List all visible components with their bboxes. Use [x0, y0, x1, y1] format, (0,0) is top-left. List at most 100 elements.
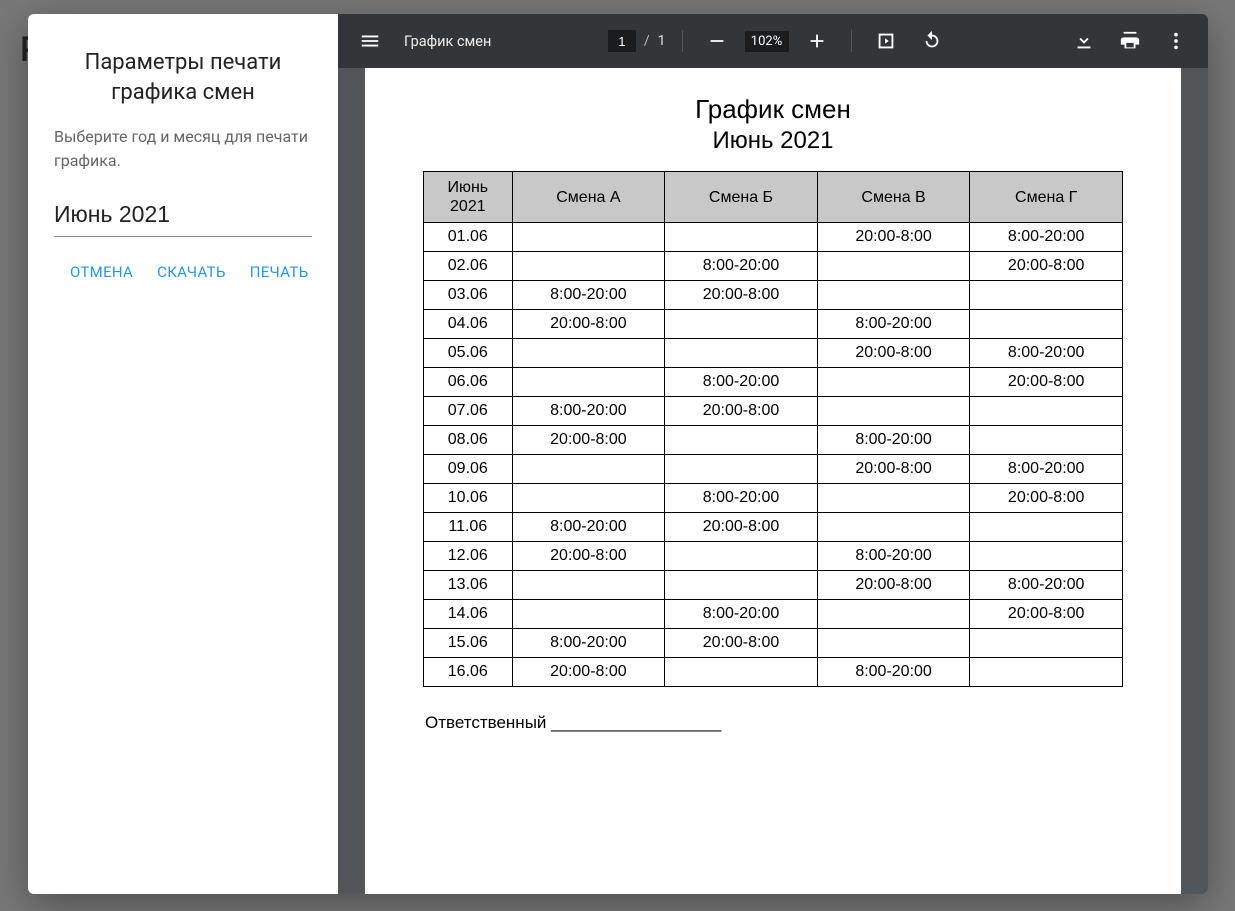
table-cell: 20:00-8:00: [817, 571, 970, 600]
menu-icon[interactable]: [352, 23, 388, 59]
table-cell: [512, 368, 665, 397]
table-cell: 20:00-8:00: [817, 223, 970, 252]
rotate-icon[interactable]: [914, 23, 950, 59]
table-cell: 8:00-20:00: [512, 629, 665, 658]
table-cell: 20:00-8:00: [970, 368, 1123, 397]
table-cell: 02.06: [424, 252, 513, 281]
table-cell: [817, 513, 970, 542]
table-row: 12.0620:00-8:008:00-20:00: [424, 542, 1123, 571]
responsible-line: Ответственный __________________: [425, 713, 1145, 733]
table-cell: 20:00-8:00: [665, 281, 818, 310]
col-header: Смена А: [512, 172, 665, 223]
table-row: 05.06 20:00-8:008:00-20:00: [424, 339, 1123, 368]
download-icon[interactable]: [1066, 23, 1102, 59]
print-params-panel: Параметры печати графика смен Выберите г…: [28, 14, 338, 894]
table-cell: 8:00-20:00: [665, 600, 818, 629]
table-cell: 20:00-8:00: [665, 629, 818, 658]
download-button[interactable]: СКАЧАТЬ: [155, 255, 228, 289]
table-cell: [665, 658, 818, 687]
table-row: 07.068:00-20:0020:00-8:00: [424, 397, 1123, 426]
table-cell: [817, 368, 970, 397]
doc-subheading: Июнь 2021: [401, 127, 1145, 155]
table-row: 09.0620:00-8:008:00-20:00: [424, 455, 1123, 484]
table-cell: 20:00-8:00: [512, 310, 665, 339]
table-cell: [512, 339, 665, 368]
table-row: 14.068:00-20:0020:00-8:00: [424, 600, 1123, 629]
more-icon[interactable]: [1158, 23, 1194, 59]
schedule-table: Июнь2021Смена АСмена БСмена ВСмена Г 01.…: [423, 171, 1123, 687]
table-cell: 20:00-8:00: [665, 513, 818, 542]
table-cell: [817, 629, 970, 658]
page-number-input[interactable]: [608, 30, 636, 52]
table-cell: [665, 455, 818, 484]
table-cell: 8:00-20:00: [817, 658, 970, 687]
table-row: 11.068:00-20:0020:00-8:00: [424, 513, 1123, 542]
table-cell: 16.06: [424, 658, 513, 687]
table-row: 13.0620:00-8:008:00-20:00: [424, 571, 1123, 600]
col-header: Смена В: [817, 172, 970, 223]
document-title: График смен: [404, 33, 491, 50]
pdf-page-area[interactable]: График смен Июнь 2021 Июнь2021Смена АСме…: [338, 68, 1208, 894]
table-cell: [665, 426, 818, 455]
pdf-toolbar: График смен / 1 102%: [338, 14, 1208, 68]
table-cell: 20:00-8:00: [970, 252, 1123, 281]
table-cell: [665, 542, 818, 571]
table-row: 10.068:00-20:0020:00-8:00: [424, 484, 1123, 513]
table-cell: 8:00-20:00: [512, 397, 665, 426]
table-row: 06.06 8:00-20:00 20:00-8:00: [424, 368, 1123, 397]
table-cell: 8:00-20:00: [665, 484, 818, 513]
page-total: 1: [658, 33, 666, 49]
table-cell: 06.06: [424, 368, 513, 397]
col-header: Смена Б: [665, 172, 818, 223]
col-header: Смена Г: [970, 172, 1123, 223]
table-cell: [817, 397, 970, 426]
table-cell: 8:00-20:00: [970, 339, 1123, 368]
table-row: 01.0620:00-8:008:00-20:00: [424, 223, 1123, 252]
fit-page-icon[interactable]: [868, 23, 904, 59]
table-cell: [970, 310, 1123, 339]
panel-title: Параметры печати графика смен: [54, 48, 312, 107]
table-cell: 8:00-20:00: [970, 571, 1123, 600]
zoom-value: 102%: [745, 31, 789, 52]
table-cell: [970, 658, 1123, 687]
table-cell: 8:00-20:00: [665, 252, 818, 281]
month-input[interactable]: [54, 195, 312, 237]
doc-heading: График смен: [401, 94, 1145, 125]
panel-hint: Выберите год и месяц для печати графика.: [54, 125, 312, 173]
table-cell: 01.06: [424, 223, 513, 252]
table-cell: [817, 281, 970, 310]
zoom-in-icon[interactable]: [799, 23, 835, 59]
table-cell: [817, 252, 970, 281]
table-cell: 08.06: [424, 426, 513, 455]
zoom-out-icon[interactable]: [699, 23, 735, 59]
cancel-button[interactable]: ОТМЕНА: [68, 255, 135, 289]
table-cell: 09.06: [424, 455, 513, 484]
table-cell: 8:00-20:00: [817, 542, 970, 571]
table-cell: 20:00-8:00: [817, 339, 970, 368]
table-cell: [817, 484, 970, 513]
pdf-page: График смен Июнь 2021 Июнь2021Смена АСме…: [365, 68, 1181, 894]
table-cell: 8:00-20:00: [665, 368, 818, 397]
table-cell: [512, 571, 665, 600]
table-cell: 8:00-20:00: [512, 281, 665, 310]
col-header: Июнь2021: [424, 172, 513, 223]
table-cell: [512, 484, 665, 513]
table-cell: [970, 426, 1123, 455]
table-cell: 20:00-8:00: [512, 426, 665, 455]
table-cell: 15.06: [424, 629, 513, 658]
table-cell: 05.06: [424, 339, 513, 368]
print-icon[interactable]: [1112, 23, 1148, 59]
table-cell: 14.06: [424, 600, 513, 629]
table-row: 16.0620:00-8:008:00-20:00: [424, 658, 1123, 687]
table-cell: 8:00-20:00: [512, 513, 665, 542]
page-indicator: / 1: [608, 30, 666, 52]
table-cell: 12.06: [424, 542, 513, 571]
print-button[interactable]: ПЕЧАТЬ: [248, 255, 311, 289]
table-cell: [817, 600, 970, 629]
page-separator: /: [644, 33, 650, 49]
table-cell: 8:00-20:00: [817, 426, 970, 455]
table-row: 08.0620:00-8:00 8:00-20:00: [424, 426, 1123, 455]
print-dialog: Параметры печати графика смен Выберите г…: [28, 14, 1208, 894]
pdf-viewer: График смен / 1 102%: [338, 14, 1208, 894]
table-cell: [970, 281, 1123, 310]
